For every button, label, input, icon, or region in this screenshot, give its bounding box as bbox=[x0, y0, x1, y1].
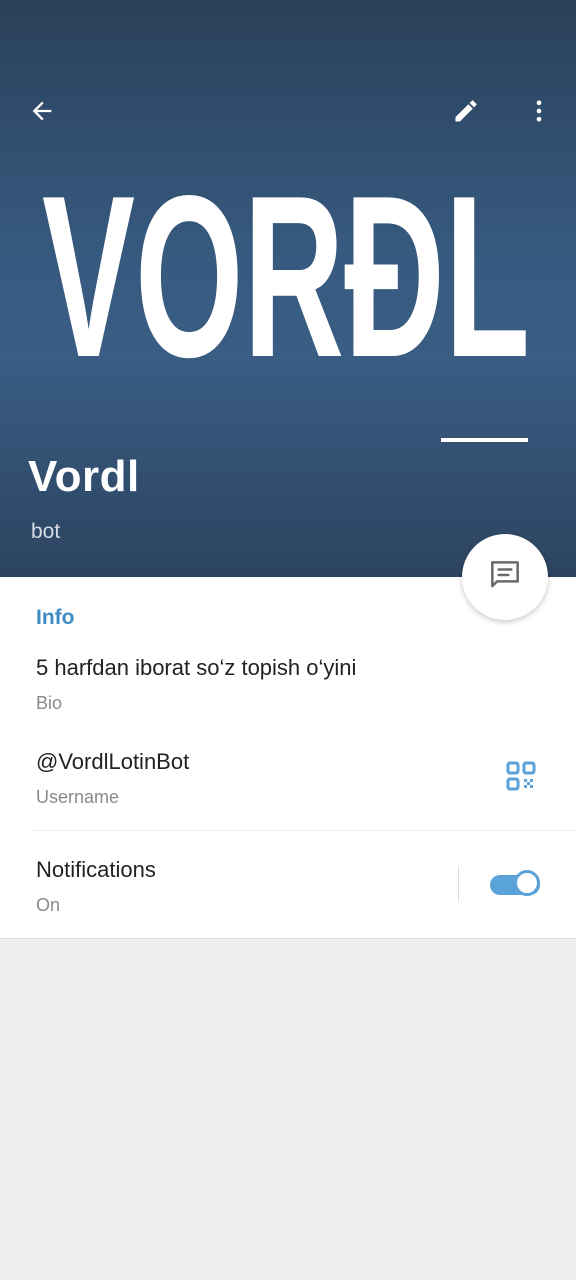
message-icon bbox=[486, 556, 524, 599]
more-options-button[interactable] bbox=[515, 89, 563, 137]
send-message-button[interactable] bbox=[462, 534, 548, 620]
notifications-status: On bbox=[36, 895, 61, 915]
notifications-toggle[interactable] bbox=[490, 869, 544, 901]
info-section-title: Info bbox=[36, 606, 75, 629]
arrow-back-icon bbox=[28, 97, 56, 130]
back-button[interactable] bbox=[18, 89, 66, 137]
username-text[interactable]: @VordlLotinBot bbox=[36, 749, 189, 775]
svg-text:VORÐL: VORÐL bbox=[42, 180, 530, 406]
row-divider bbox=[30, 830, 576, 831]
pencil-icon bbox=[452, 97, 480, 130]
bio-text: 5 harfdan iborat so‘z topish o‘yini bbox=[36, 655, 357, 680]
edit-button[interactable] bbox=[442, 89, 490, 137]
username-label: Username bbox=[36, 787, 120, 807]
profile-name: Vordl bbox=[28, 452, 140, 501]
qr-code-icon bbox=[505, 760, 537, 797]
toggle-knob bbox=[514, 870, 540, 896]
toggle-separator bbox=[458, 866, 459, 902]
qr-code-button[interactable] bbox=[500, 757, 542, 799]
bio-label: Bio bbox=[36, 693, 63, 713]
notifications-text[interactable]: Notifications bbox=[36, 857, 156, 883]
info-card: Info 5 harfdan iborat so‘z topish o‘yini… bbox=[0, 577, 576, 939]
profile-status: bot bbox=[31, 520, 61, 543]
vordl-logo: VORÐL bbox=[42, 180, 530, 442]
profile-header: VORÐL Vordl bot bbox=[0, 0, 576, 577]
more-vertical-icon bbox=[525, 97, 553, 130]
